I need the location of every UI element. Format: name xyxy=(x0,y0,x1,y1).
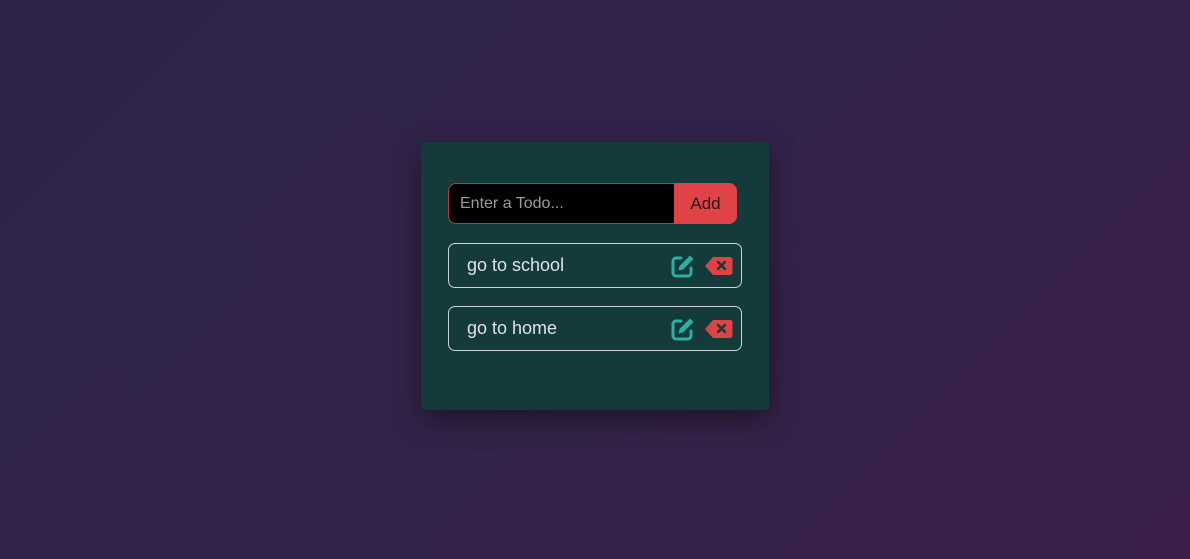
delete-icon[interactable] xyxy=(704,319,733,339)
todo-card: Add go to school go to home xyxy=(421,142,769,410)
todo-text: go to home xyxy=(467,318,558,338)
edit-icon[interactable] xyxy=(670,316,696,342)
edit-icon[interactable] xyxy=(670,253,696,279)
todo-item: go to home xyxy=(448,306,742,351)
add-button[interactable]: Add xyxy=(674,183,737,224)
todo-form: Add xyxy=(448,183,737,224)
todo-text: go to school xyxy=(467,255,565,275)
todo-item: go to school xyxy=(448,243,742,288)
delete-icon[interactable] xyxy=(704,256,733,276)
todo-input[interactable] xyxy=(448,183,674,224)
